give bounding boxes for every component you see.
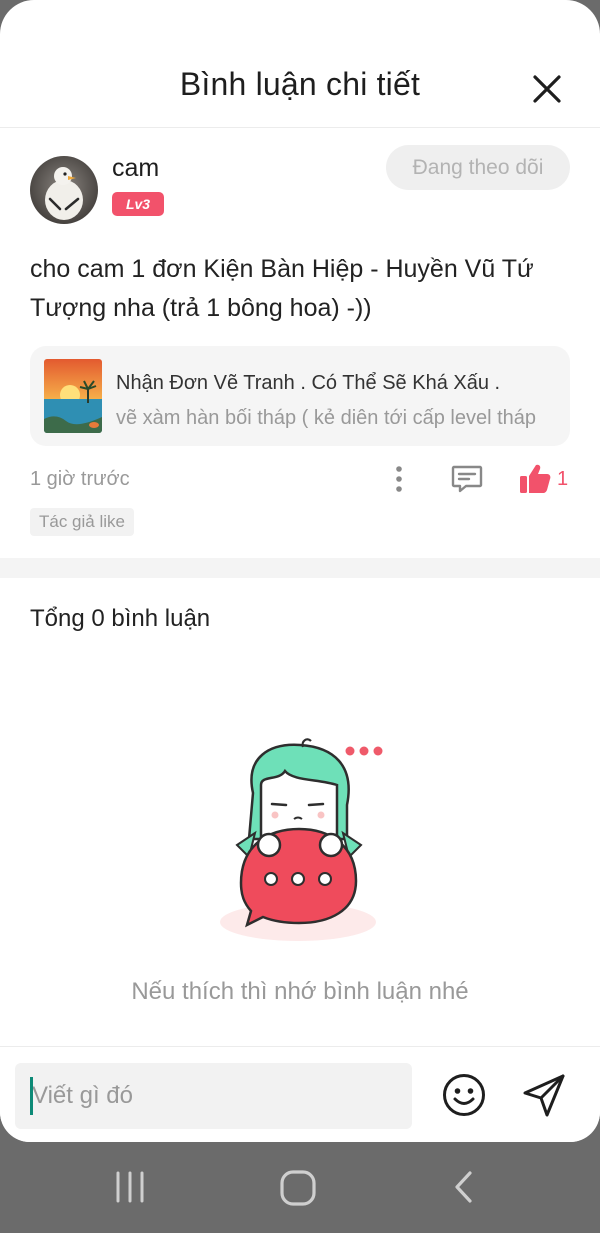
- header: Bình luận chi tiết: [0, 0, 600, 128]
- back-icon: [455, 1171, 472, 1203]
- home-icon: [280, 1170, 316, 1206]
- emoji-icon: [443, 1074, 485, 1116]
- linked-post-subtitle: vẽ xàm hàn bối tháp ( kẻ diên tới cấp le…: [116, 407, 537, 429]
- post-timestamp: 1 giờ trước: [30, 468, 130, 490]
- level-badge: Lv3: [112, 192, 164, 216]
- post-text: cho cam 1 đơn Kiện Bàn Hiệp - Huyền Vũ T…: [30, 255, 534, 322]
- comment-detail-sheet: Bình luận chi tiết cam Lv3 Đang theo dõi: [0, 0, 600, 1142]
- comment-composer: [0, 1046, 600, 1142]
- linked-post-title: Nhận Đơn Vẽ Tranh . Có Thể Sẽ Khá Xấu .: [116, 372, 501, 394]
- total-comments-label: Tổng 0 bình luận: [30, 605, 211, 632]
- back-button[interactable]: [452, 1170, 476, 1204]
- username[interactable]: cam: [112, 154, 159, 183]
- avatar-image: [30, 156, 98, 224]
- recent-apps-button[interactable]: [113, 1171, 147, 1203]
- thumbs-up-icon: [520, 464, 551, 493]
- page-title: Bình luận chi tiết: [179, 66, 421, 102]
- linked-post-card[interactable]: Nhận Đơn Vẽ Tranh . Có Thể Sẽ Khá Xấu . …: [30, 346, 570, 446]
- text-cursor: [30, 1077, 33, 1115]
- send-icon: [523, 1074, 565, 1117]
- avatar[interactable]: [30, 156, 98, 224]
- emoji-button[interactable]: [441, 1072, 487, 1118]
- linked-post-thumbnail: [44, 359, 102, 433]
- send-button[interactable]: [520, 1071, 568, 1119]
- following-button[interactable]: Đang theo dõi: [386, 145, 570, 190]
- more-options-button[interactable]: [388, 464, 410, 494]
- like-count: 1: [557, 468, 569, 490]
- empty-state-text: Nếu thích thì nhớ bình luận nhé: [131, 978, 469, 1005]
- recent-apps-icon: [116, 1171, 144, 1203]
- close-icon: [533, 75, 561, 103]
- more-vertical-icon: [396, 466, 402, 492]
- comment-input[interactable]: [15, 1063, 412, 1129]
- home-button[interactable]: [278, 1169, 318, 1207]
- like-button[interactable]: [518, 463, 552, 495]
- comment-icon: [451, 465, 483, 493]
- close-button[interactable]: [526, 68, 568, 110]
- author-like-badge: Tác giả like: [30, 508, 134, 536]
- section-divider: [0, 558, 600, 578]
- empty-state-illustration: [215, 735, 390, 945]
- reply-button[interactable]: [450, 464, 484, 494]
